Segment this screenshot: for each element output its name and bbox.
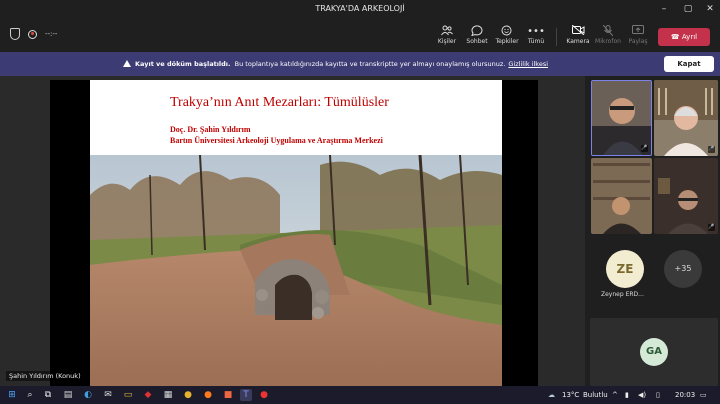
meeting-timer: --:-- <box>45 30 58 38</box>
store-icon[interactable]: ▦ <box>162 389 174 401</box>
minimize-button[interactable]: – <box>658 3 670 15</box>
recording-icon <box>28 29 37 39</box>
recording-message-bold: Kayıt ve döküm başlatıldı. <box>135 60 231 68</box>
maximize-button[interactable]: ▢ <box>682 3 694 15</box>
firefox-icon[interactable]: ● <box>202 389 214 401</box>
mic-icon <box>593 24 623 38</box>
window-title: TRAKYA'DA ARKEOLOJİ <box>315 4 405 13</box>
mic-button[interactable]: Mikrofon <box>593 24 623 45</box>
start-icon[interactable]: ⊞ <box>6 389 18 401</box>
edge-icon[interactable]: ◐ <box>82 389 94 401</box>
slide-author: Doç. Dr. Şahin Yıldırım <box>170 125 251 134</box>
mic-label: Mikrofon <box>595 38 621 45</box>
camera-label: Kamera <box>566 38 590 45</box>
close-window-button[interactable]: ✕ <box>704 3 716 15</box>
more-participants-button[interactable]: +35 <box>664 250 702 288</box>
reactions-button[interactable]: Tepkiler <box>492 25 522 45</box>
participant-avatar-ga: GA <box>640 338 668 366</box>
network-icon[interactable]: ▮ <box>625 391 629 399</box>
reactions-label: Tepkiler <box>495 38 519 45</box>
chrome-icon[interactable]: ● <box>182 389 194 401</box>
participant-video-2[interactable]: 🎤 <box>654 80 718 156</box>
clock[interactable]: 20:03 <box>675 391 695 399</box>
chat-icon <box>462 25 492 38</box>
search-icon[interactable]: ⌕ <box>24 389 36 401</box>
shield-icon <box>10 28 20 40</box>
chat-label: Sohbet <box>466 38 488 45</box>
mic-icon: 🎤 <box>641 145 648 152</box>
people-label: Kişiler <box>437 38 457 45</box>
tumulus-photo <box>90 155 502 386</box>
presentation-slide: Trakya’nın Anıt Mezarları: Tümülüsler Do… <box>90 80 502 386</box>
camera-icon <box>563 24 593 38</box>
mic-icon: 🎤 <box>708 146 715 153</box>
app2-icon[interactable]: ● <box>258 389 270 401</box>
language-icon[interactable]: ▯ <box>656 391 660 399</box>
privacy-policy-link[interactable]: Gizlilik ilkesi <box>508 60 548 68</box>
teams-icon[interactable]: T <box>240 389 252 401</box>
people-icon <box>432 25 462 38</box>
meeting-toolbar: --:-- Kişiler Sohbet Tepkiler ••• Tümü K… <box>0 20 720 52</box>
speaker-name-tag: Şahin Yıldırım (Konuk) <box>6 371 84 381</box>
participant-name-ze: Zeynep ERD... <box>601 291 644 298</box>
volume-icon[interactable]: ◀) <box>638 391 646 399</box>
participant-video-1[interactable]: 🎤 <box>591 80 652 156</box>
windows-taskbar: ⊞ ⌕ ⧉ ▤ ◐ ✉ ▭ ◆ ▦ ● ● ■ T ● ☁ 13°C Bulut… <box>0 386 720 404</box>
share-icon <box>623 25 653 38</box>
folder-icon[interactable]: ▭ <box>122 389 134 401</box>
title-bar: TRAKYA'DA ARKEOLOJİ – ▢ ✕ <box>0 0 720 20</box>
weather-icon: ☁ <box>548 391 555 399</box>
leave-label: Ayrıl <box>681 33 698 41</box>
mail-icon[interactable]: ✉ <box>102 389 114 401</box>
slide-affiliation: Bartın Üniversitesi Arkeoloji Uygulama v… <box>170 136 383 145</box>
close-banner-button[interactable]: Kapat <box>664 56 714 72</box>
slide-title: Trakya’nın Anıt Mezarları: Tümülüsler <box>170 95 389 110</box>
toolbar-divider <box>556 28 557 46</box>
phone-hangup-icon: ☎ <box>670 33 682 41</box>
weather-text[interactable]: Bulutlu <box>583 391 608 399</box>
share-label: Paylaş <box>628 38 648 45</box>
camera-button[interactable]: Kamera <box>563 24 593 45</box>
app-icon[interactable]: ■ <box>222 389 234 401</box>
weather-temp[interactable]: 13°C <box>562 391 579 399</box>
acrobat-icon[interactable]: ◆ <box>142 389 154 401</box>
people-button[interactable]: Kişiler <box>432 25 462 45</box>
more-button[interactable]: ••• Tümü <box>521 25 551 45</box>
notifications-icon[interactable]: ▭ <box>700 391 707 399</box>
participant-video-4[interactable]: 🎤 <box>654 158 718 234</box>
more-icon: ••• <box>527 26 545 37</box>
file-explorer-icon[interactable]: ▤ <box>62 389 74 401</box>
participant-video-3[interactable] <box>591 158 652 234</box>
share-button[interactable]: Paylaş <box>623 25 653 45</box>
more-label: Tümü <box>527 38 545 45</box>
task-view-icon[interactable]: ⧉ <box>42 389 54 401</box>
leave-button[interactable]: ☎ Ayrıl <box>658 28 710 46</box>
reactions-icon <box>492 25 522 38</box>
chat-button[interactable]: Sohbet <box>462 25 492 45</box>
tray-chevron-icon[interactable]: ^ <box>612 391 618 399</box>
recording-banner: Kayıt ve döküm başlatıldı. Bu toplantıya… <box>0 52 720 76</box>
participant-avatar-ze[interactable]: ZE <box>606 250 644 288</box>
recording-message-text: Bu toplantıya katıldığınızda kayıtta ve … <box>234 60 506 68</box>
mic-icon: 🎤 <box>708 224 715 231</box>
warning-icon <box>123 60 131 67</box>
recording-message: Kayıt ve döküm başlatıldı. Bu toplantıya… <box>123 60 548 68</box>
